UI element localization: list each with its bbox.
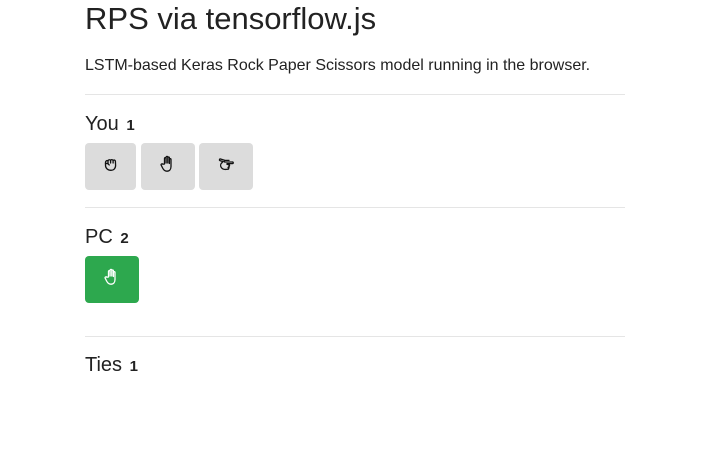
you-label: You xyxy=(85,113,119,135)
ties-label: Ties xyxy=(85,354,123,376)
divider xyxy=(85,207,625,208)
paper-button[interactable] xyxy=(141,143,195,190)
divider xyxy=(85,336,625,337)
hand-scissors-icon xyxy=(216,154,236,179)
you-score: 1 xyxy=(126,117,135,134)
hand-paper-icon xyxy=(102,267,122,292)
pc-score: 2 xyxy=(120,230,129,247)
page-description: LSTM-based Keras Rock Paper Scissors mod… xyxy=(85,57,591,74)
pc-choice-paper xyxy=(85,256,139,303)
page-title: RPS via tensorflow.js xyxy=(85,1,377,36)
you-heading: You 1 xyxy=(85,112,135,138)
divider xyxy=(85,94,625,95)
hand-paper-icon xyxy=(158,154,178,179)
hand-rock-icon xyxy=(101,154,121,179)
scissors-button[interactable] xyxy=(199,143,253,190)
ties-heading: Ties 1 xyxy=(85,353,138,379)
pc-heading: PC 2 xyxy=(85,225,129,251)
rock-button[interactable] xyxy=(85,143,136,190)
ties-score: 1 xyxy=(129,358,138,375)
pc-label: PC xyxy=(85,226,113,248)
